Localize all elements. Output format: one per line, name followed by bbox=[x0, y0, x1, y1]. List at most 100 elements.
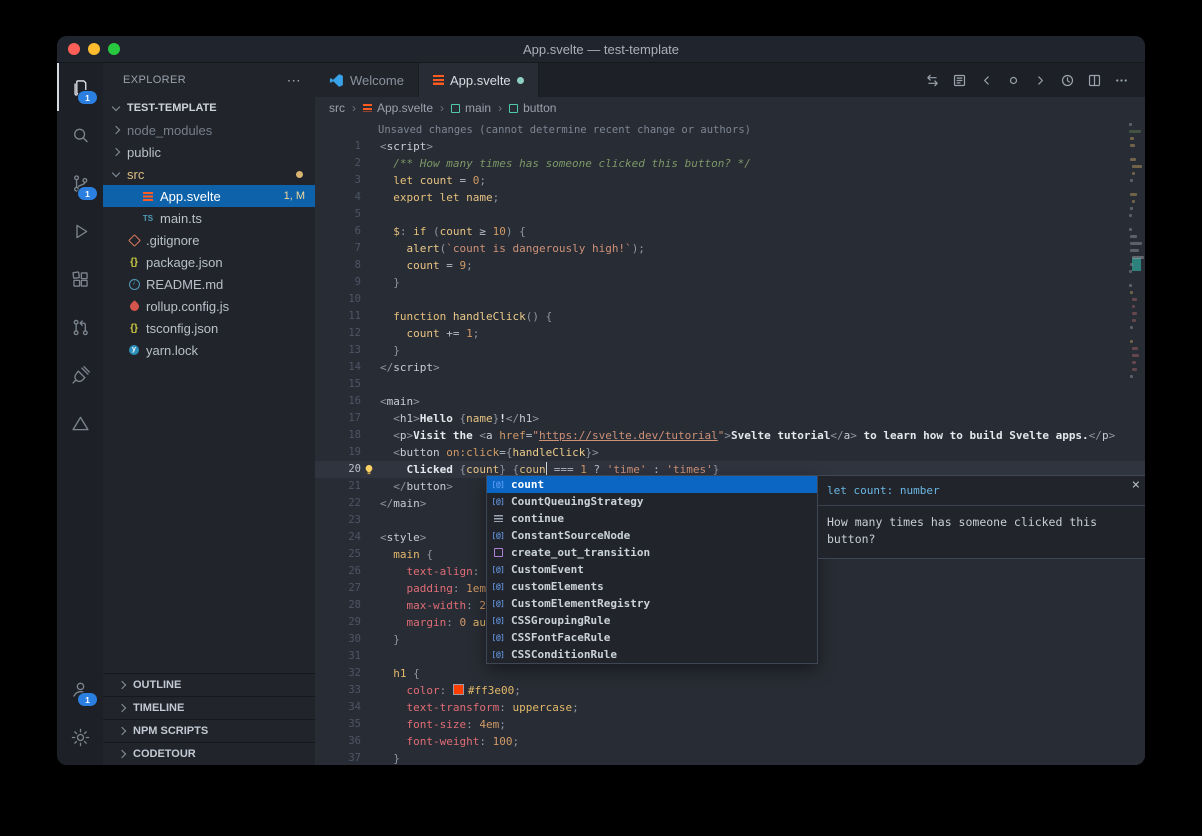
breadcrumb-main[interactable]: main bbox=[451, 101, 491, 115]
code-line-6[interactable]: 6 $: if (count ≥ 10) { bbox=[315, 223, 1145, 240]
file-row-tsconfig-json[interactable]: {}tsconfig.json bbox=[103, 317, 315, 339]
code-line-34[interactable]: 34 text-transform: uppercase; bbox=[315, 699, 1145, 716]
panel-timeline[interactable]: TIMELINE bbox=[103, 696, 315, 719]
titlebar[interactable]: App.svelte — test-template bbox=[57, 36, 1145, 63]
code-line-4[interactable]: 4 export let name; bbox=[315, 189, 1145, 206]
code-line-37[interactable]: 37 } bbox=[315, 750, 1145, 765]
code-line-11[interactable]: 11 function handleClick() { bbox=[315, 308, 1145, 325]
lightbulb-icon[interactable] bbox=[361, 461, 380, 478]
line-number: 15 bbox=[315, 376, 361, 393]
suggestion-customelements[interactable]: [@]customElements bbox=[487, 578, 817, 595]
suggestion-cssfontfacerule[interactable]: [@]CSSFontFaceRule bbox=[487, 629, 817, 646]
code-line-2[interactable]: 2 /** How many times has someone clicked… bbox=[315, 155, 1145, 172]
code-line-33[interactable]: 33 color: #ff3e00; bbox=[315, 682, 1145, 699]
suggestion-constantsourcenode[interactable]: [@]ConstantSourceNode bbox=[487, 527, 817, 544]
file-row-package-json[interactable]: {}package.json bbox=[103, 251, 315, 273]
more-actions-icon[interactable] bbox=[1108, 63, 1135, 97]
panel-outline[interactable]: OUTLINE bbox=[103, 673, 315, 696]
activity-run-debug-button[interactable] bbox=[57, 207, 103, 255]
panel-npm-scripts[interactable]: NPM SCRIPTS bbox=[103, 719, 315, 742]
file-row-main-ts[interactable]: TSmain.ts bbox=[103, 207, 315, 229]
breadcrumb-button[interactable]: button bbox=[509, 101, 556, 115]
line-number: 11 bbox=[315, 308, 361, 325]
file-label: App.svelte bbox=[160, 189, 221, 204]
open-changes-icon[interactable] bbox=[946, 63, 973, 97]
activity-github-pull-requests-button[interactable] bbox=[57, 303, 103, 351]
tab-app-svelte[interactable]: App.svelte bbox=[419, 63, 539, 97]
suggest-list: [@]count[@]CountQueuingStrategycontinue[… bbox=[486, 475, 818, 664]
code-line-15[interactable]: 15 bbox=[315, 376, 1145, 393]
code-line-5[interactable]: 5 bbox=[315, 206, 1145, 223]
svelte-file-icon bbox=[140, 189, 156, 203]
file-row-app-svelte[interactable]: App.svelte1, M bbox=[103, 185, 315, 207]
suggestion-cssgroupingrule[interactable]: [@]CSSGroupingRule bbox=[487, 612, 817, 629]
annotations-icon[interactable] bbox=[1000, 63, 1027, 97]
activity-settings-button[interactable] bbox=[57, 713, 103, 761]
minimize-window-button[interactable] bbox=[88, 43, 100, 55]
timeline-icon[interactable] bbox=[1054, 63, 1081, 97]
run-debug-icon bbox=[70, 221, 91, 242]
line-number: 28 bbox=[315, 597, 361, 614]
suggestion-cssconditionrule[interactable]: [@]CSSConditionRule bbox=[487, 646, 817, 663]
code-line-1[interactable]: 1<script> bbox=[315, 138, 1145, 155]
activity-source-control-button[interactable]: 1 bbox=[57, 159, 103, 207]
activity-live-share-button[interactable] bbox=[57, 351, 103, 399]
breadcrumb-src[interactable]: src bbox=[329, 101, 345, 115]
suggestion-countqueuingstrategy[interactable]: [@]CountQueuingStrategy bbox=[487, 493, 817, 510]
activity-azure-button[interactable] bbox=[57, 399, 103, 447]
code-line-19[interactable]: 19 <button on:click={handleClick}> bbox=[315, 444, 1145, 461]
suggest-widget: [@]count[@]CountQueuingStrategycontinue[… bbox=[486, 475, 1145, 664]
file-tree: node_modulespublic src App.svelte1, MTSmai… bbox=[103, 119, 315, 361]
code-line-14[interactable]: 14</script> bbox=[315, 359, 1145, 376]
breadcrumb-separator-icon: › bbox=[498, 101, 502, 115]
activity-accounts-button[interactable]: 1 bbox=[57, 665, 103, 713]
close-window-button[interactable] bbox=[68, 43, 80, 55]
gutter-space bbox=[361, 325, 380, 342]
code-line-35[interactable]: 35 font-size: 4em; bbox=[315, 716, 1145, 733]
code-line-3[interactable]: 3 let count = 0; bbox=[315, 172, 1145, 189]
file-row-public[interactable]: public bbox=[103, 141, 315, 163]
minimap[interactable] bbox=[1128, 119, 1145, 765]
suggestion-create-out-transition[interactable]: create_out_transition bbox=[487, 544, 817, 561]
file-row-readme-md[interactable]: iREADME.md bbox=[103, 273, 315, 295]
zoom-window-button[interactable] bbox=[108, 43, 120, 55]
activity-search-button[interactable] bbox=[57, 111, 103, 159]
suggestion-customevent[interactable]: [@]CustomEvent bbox=[487, 561, 817, 578]
code-line-7[interactable]: 7 alert(`count is dangerously high!`); bbox=[315, 240, 1145, 257]
split-editor-icon[interactable] bbox=[1081, 63, 1108, 97]
line-number: 30 bbox=[315, 631, 361, 648]
code-editor[interactable]: Unsaved changes (cannot determine recent… bbox=[315, 119, 1145, 765]
code-line-36[interactable]: 36 font-weight: 100; bbox=[315, 733, 1145, 750]
symbol-field-icon: [@] bbox=[490, 629, 506, 646]
file-row-rollup-config-js[interactable]: rollup.config.js bbox=[103, 295, 315, 317]
next-change-icon[interactable] bbox=[1027, 63, 1054, 97]
code-line-10[interactable]: 10 bbox=[315, 291, 1145, 308]
code-line-18[interactable]: 18 <p>Visit the <a href="https://svelte.… bbox=[315, 427, 1145, 444]
gutter-space bbox=[361, 138, 380, 155]
activity-explorer-button[interactable]: 1 bbox=[57, 63, 103, 111]
previous-change-icon[interactable] bbox=[973, 63, 1000, 97]
explorer-more-actions-icon[interactable]: ⋯ bbox=[287, 72, 301, 89]
code-line-16[interactable]: 16<main> bbox=[315, 393, 1145, 410]
file-label: src bbox=[127, 167, 144, 182]
compare-changes-icon[interactable] bbox=[919, 63, 946, 97]
suggestion-customelementregistry[interactable]: [@]CustomElementRegistry bbox=[487, 595, 817, 612]
file-row-yarn-lock[interactable]: yyarn.lock bbox=[103, 339, 315, 361]
panel-codetour[interactable]: CODETOUR bbox=[103, 742, 315, 765]
workspace-section-header[interactable]: TEST-TEMPLATE bbox=[103, 97, 315, 119]
code-line-9[interactable]: 9 } bbox=[315, 274, 1145, 291]
activity-extensions-button[interactable] bbox=[57, 255, 103, 303]
file-row-gitignore[interactable]: .gitignore bbox=[103, 229, 315, 251]
breadcrumb-app-svelte[interactable]: App.svelte bbox=[363, 101, 433, 115]
code-line-17[interactable]: 17 <h1>Hello {name}!</h1> bbox=[315, 410, 1145, 427]
code-line-32[interactable]: 32 h1 { bbox=[315, 665, 1145, 682]
file-row-src[interactable]: src bbox=[103, 163, 315, 185]
code-line-12[interactable]: 12 count += 1; bbox=[315, 325, 1145, 342]
tab-welcome[interactable]: Welcome bbox=[315, 63, 419, 97]
suggestion-count[interactable]: [@]count bbox=[487, 476, 817, 493]
suggestion-continue[interactable]: continue bbox=[487, 510, 817, 527]
close-icon[interactable]: × bbox=[1132, 477, 1140, 494]
code-line-8[interactable]: 8 count = 9; bbox=[315, 257, 1145, 274]
file-row-node-modules[interactable]: node_modules bbox=[103, 119, 315, 141]
code-line-13[interactable]: 13 } bbox=[315, 342, 1145, 359]
